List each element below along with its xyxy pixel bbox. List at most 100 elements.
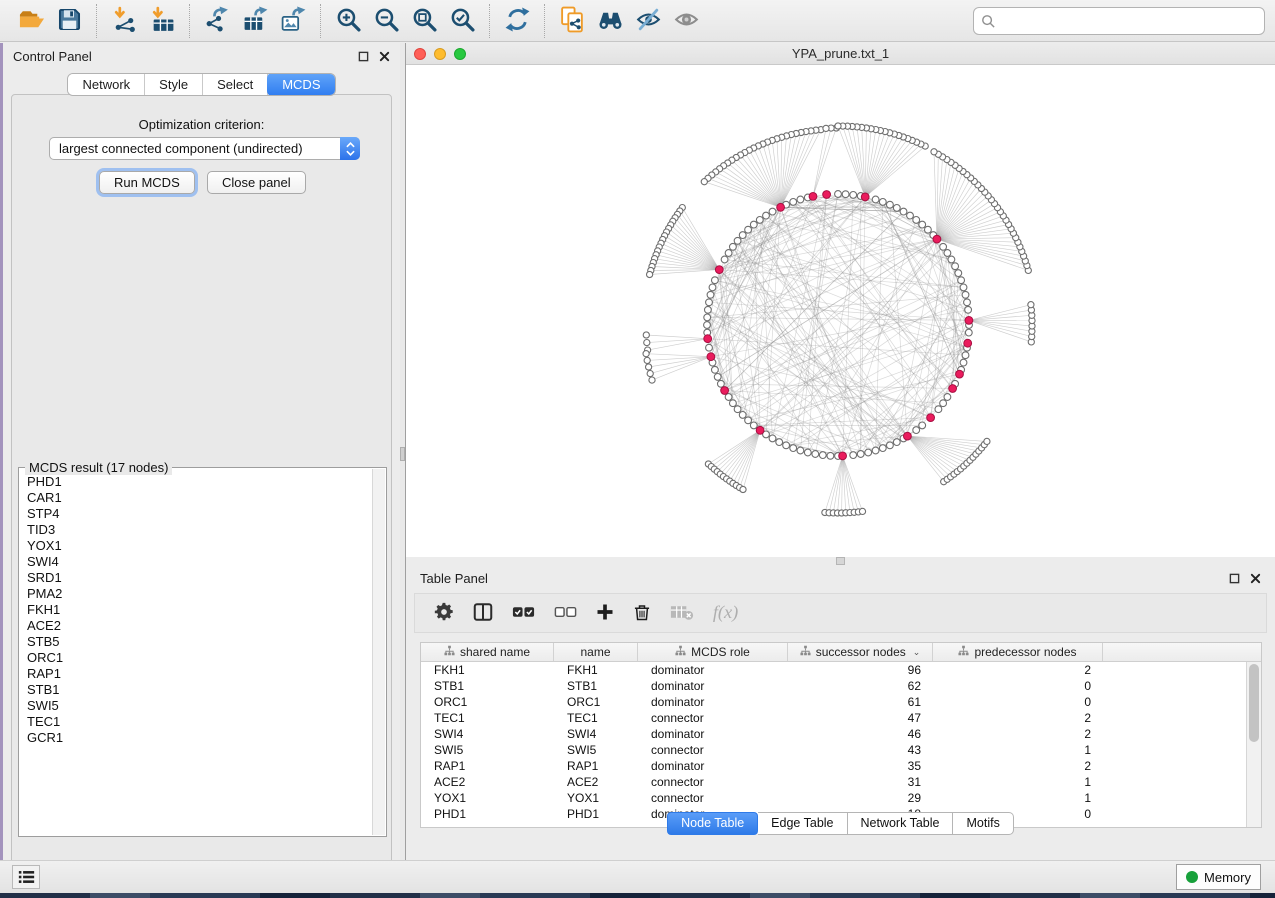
column-header-MCDS-role[interactable]: MCDS role	[638, 643, 788, 661]
task-history-button[interactable]	[12, 865, 40, 889]
table-cell[interactable]: ORC1	[554, 695, 638, 709]
mcds-result-item[interactable]: GCR1	[21, 730, 370, 746]
table-row[interactable]: RAP1RAP1dominator352	[421, 758, 1246, 774]
mcds-result-item[interactable]: CAR1	[21, 490, 370, 506]
add-row-button[interactable]	[595, 601, 615, 626]
table-cell[interactable]: dominator	[638, 695, 788, 709]
close-panel-icon[interactable]	[1250, 573, 1261, 584]
column-header-name[interactable]: name	[554, 643, 638, 661]
vertical-splitter-grip[interactable]	[400, 447, 405, 461]
mcds-result-item[interactable]: PMA2	[21, 586, 370, 602]
import-table-button[interactable]	[143, 4, 181, 38]
mcds-result-item[interactable]: ACE2	[21, 618, 370, 634]
float-panel-icon[interactable]	[358, 51, 369, 62]
import-network-button[interactable]	[105, 4, 143, 38]
tab-select[interactable]: Select	[203, 74, 268, 95]
table-cell[interactable]: 61	[788, 695, 933, 709]
table-row[interactable]: SWI5SWI5connector431	[421, 742, 1246, 758]
mcds-result-item[interactable]: TID3	[21, 522, 370, 538]
table-scrollbar-thumb[interactable]	[1249, 664, 1259, 742]
tab-style[interactable]: Style	[145, 74, 203, 95]
tab-network[interactable]: Network	[68, 74, 145, 95]
memory-button[interactable]: Memory	[1176, 864, 1261, 890]
criterion-select[interactable]: largest connected component (undirected)	[49, 137, 360, 160]
mcds-result-item[interactable]: ORC1	[21, 650, 370, 666]
table-cell[interactable]: 1	[933, 791, 1103, 805]
table-cell[interactable]: dominator	[638, 727, 788, 741]
table-cell[interactable]: TEC1	[554, 711, 638, 725]
table-cell[interactable]: FKH1	[554, 663, 638, 677]
table-row[interactable]: STB1STB1dominator620	[421, 678, 1246, 694]
table-cell[interactable]: 31	[788, 775, 933, 789]
mcds-result-item[interactable]: PHD1	[21, 474, 370, 490]
table-cell[interactable]: ACE2	[421, 775, 554, 789]
table-cell[interactable]: connector	[638, 743, 788, 757]
table-cell[interactable]: dominator	[638, 679, 788, 693]
table-cell[interactable]: dominator	[638, 663, 788, 677]
export-table-button[interactable]	[236, 4, 274, 38]
table-cell[interactable]: 62	[788, 679, 933, 693]
table-cell[interactable]: 2	[933, 711, 1103, 725]
clone-network-button[interactable]	[553, 4, 591, 38]
table-cell[interactable]: 35	[788, 759, 933, 773]
table-cell[interactable]: SWI5	[554, 743, 638, 757]
table-cell[interactable]: 96	[788, 663, 933, 677]
export-image-button[interactable]	[274, 4, 312, 38]
float-panel-icon[interactable]	[1229, 573, 1240, 584]
mcds-result-item[interactable]: TEC1	[21, 714, 370, 730]
table-cell[interactable]: 0	[933, 679, 1103, 693]
select-all-rows-button[interactable]	[511, 601, 536, 626]
table-cell[interactable]: SWI5	[421, 743, 554, 757]
mcds-result-item[interactable]: SWI5	[21, 698, 370, 714]
table-cell[interactable]: 2	[933, 759, 1103, 773]
table-cell[interactable]: YOX1	[554, 791, 638, 805]
table-cell[interactable]: RAP1	[421, 759, 554, 773]
mcds-result-item[interactable]: YOX1	[21, 538, 370, 554]
tab-motifs[interactable]: Motifs	[953, 812, 1013, 835]
column-header-predecessor-nodes[interactable]: predecessor nodes	[933, 643, 1103, 661]
mcds-result-item[interactable]: STB5	[21, 634, 370, 650]
table-cell[interactable]: SWI4	[421, 727, 554, 741]
search-input[interactable]	[996, 10, 1264, 32]
table-cell[interactable]: connector	[638, 791, 788, 805]
table-cell[interactable]: 2	[933, 727, 1103, 741]
table-cell[interactable]: ORC1	[421, 695, 554, 709]
table-row[interactable]: ACE2ACE2connector311	[421, 774, 1246, 790]
run-mcds-button[interactable]: Run MCDS	[99, 171, 195, 194]
deselect-all-rows-button[interactable]	[553, 601, 578, 626]
tab-network-table[interactable]: Network Table	[848, 812, 954, 835]
mcds-list-scrollbar[interactable]	[372, 469, 385, 835]
table-row[interactable]: FKH1FKH1dominator962	[421, 662, 1246, 678]
table-cell[interactable]: RAP1	[554, 759, 638, 773]
table-row[interactable]: YOX1YOX1connector291	[421, 790, 1246, 806]
mcds-result-item[interactable]: SWI4	[21, 554, 370, 570]
close-panel-button[interactable]: Close panel	[207, 171, 306, 194]
table-settings-gear-button[interactable]	[433, 601, 455, 626]
mcds-result-item[interactable]: STB1	[21, 682, 370, 698]
table-row[interactable]: TEC1TEC1connector472	[421, 710, 1246, 726]
apply-layout-button[interactable]	[498, 4, 536, 38]
table-cell[interactable]: 46	[788, 727, 933, 741]
table-cell[interactable]: STB1	[554, 679, 638, 693]
mcds-result-item[interactable]: RAP1	[21, 666, 370, 682]
table-cell[interactable]: SWI4	[554, 727, 638, 741]
table-cell[interactable]: ACE2	[554, 775, 638, 789]
table-cell[interactable]: 1	[933, 743, 1103, 757]
table-cell[interactable]: FKH1	[421, 663, 554, 677]
table-cell[interactable]: dominator	[638, 759, 788, 773]
export-network-button[interactable]	[198, 4, 236, 38]
table-cell[interactable]: STB1	[421, 679, 554, 693]
save-session-button[interactable]	[50, 4, 88, 38]
table-cell[interactable]: connector	[638, 775, 788, 789]
network-graph[interactable]	[406, 65, 1275, 556]
table-cell[interactable]: 29	[788, 791, 933, 805]
network-canvas[interactable]	[406, 65, 1275, 556]
zoom-fit-button[interactable]	[405, 4, 443, 38]
table-cell[interactable]: 0	[933, 695, 1103, 709]
tab-edge-table[interactable]: Edge Table	[758, 812, 847, 835]
mcds-result-item[interactable]: FKH1	[21, 602, 370, 618]
horizontal-splitter-grip[interactable]	[836, 557, 845, 565]
tab-mcds[interactable]: MCDS	[267, 73, 335, 96]
table-cell[interactable]: connector	[638, 711, 788, 725]
mcds-result-item[interactable]: SRD1	[21, 570, 370, 586]
